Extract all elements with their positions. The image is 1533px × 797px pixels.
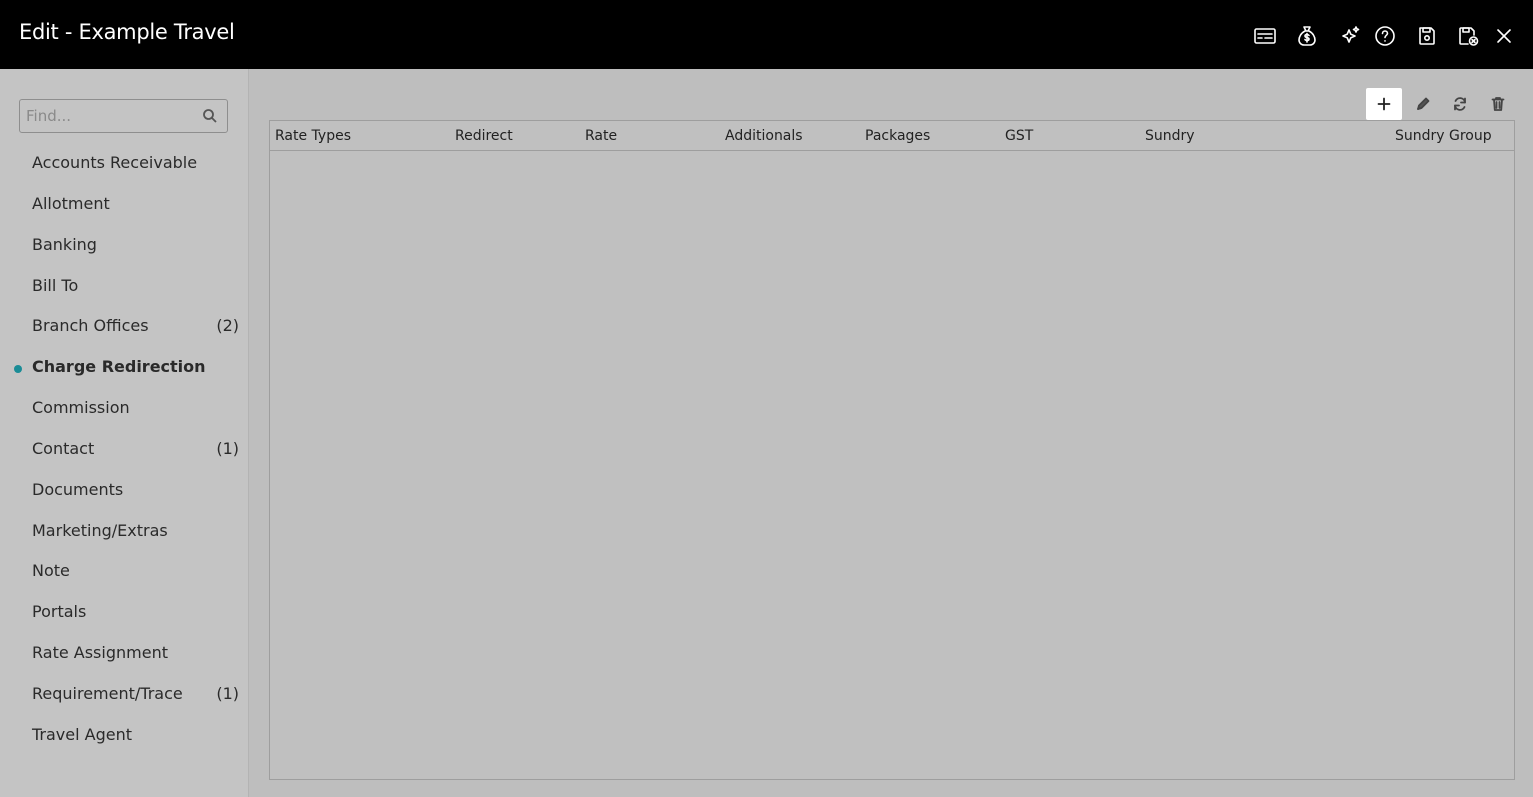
sidebar-item-count: (2) [216, 316, 239, 335]
refresh-icon [1454, 97, 1466, 111]
sidebar-item-documents[interactable]: Documents [0, 471, 249, 511]
sidebar-item-requirement-trace[interactable]: Requirement/Trace (1) [0, 675, 249, 715]
column-header-sundry[interactable]: Sundry [1145, 128, 1195, 144]
edit-button[interactable] [1405, 88, 1441, 120]
sidebar-item-label: Rate Assignment [32, 643, 168, 662]
sidebar-item-label: Documents [32, 480, 124, 499]
sidebar-item-label: Requirement/Trace [32, 684, 183, 703]
help-icon[interactable] [1371, 22, 1399, 50]
table-header: Rate Types Redirect Rate Additionals Pac… [270, 121, 1514, 151]
edit-icon [1417, 97, 1430, 110]
sidebar-item-marketing-extras[interactable]: Marketing/Extras [0, 512, 249, 552]
sidebar-item-rate-assignment[interactable]: Rate Assignment [0, 634, 249, 674]
save-icon[interactable] [1413, 22, 1441, 50]
table-body [270, 152, 1514, 779]
sidebar-item-accounts-receivable[interactable]: Accounts Receivable [0, 144, 249, 184]
sidebar-item-count: (1) [216, 439, 239, 458]
column-header-packages[interactable]: Packages [865, 128, 930, 144]
active-indicator-dot [14, 365, 22, 373]
sidebar-item-count: (1) [216, 684, 239, 703]
sidebar-item-label: Branch Offices [32, 316, 149, 335]
sidebar-item-contact[interactable]: Contact (1) [0, 430, 249, 470]
main-content: Rate Types Redirect Rate Additionals Pac… [249, 69, 1533, 797]
window-title: Edit - Example Travel [19, 20, 235, 44]
money-bag-icon[interactable] [1293, 22, 1321, 50]
sidebar-item-bill-to[interactable]: Bill To [0, 267, 249, 307]
sidebar-item-banking[interactable]: Banking [0, 226, 249, 266]
sidebar-item-label: Travel Agent [32, 725, 133, 744]
sidebar-item-label: Bill To [32, 276, 79, 295]
sidebar-item-label: Accounts Receivable [32, 153, 198, 172]
sidebar-item-branch-offices[interactable]: Branch Offices (2) [0, 307, 249, 347]
sidebar-item-travel-agent[interactable]: Travel Agent [0, 716, 249, 756]
sidebar-item-label: Contact [32, 439, 95, 458]
search-box [19, 99, 228, 133]
sidebar-item-portals[interactable]: Portals [0, 593, 249, 633]
refresh-button[interactable] [1442, 88, 1478, 120]
column-header-gst[interactable]: GST [1005, 128, 1033, 144]
sidebar-item-label: Banking [32, 235, 97, 254]
id-card-icon[interactable] [1251, 22, 1279, 50]
sidebar-item-label: Charge Redirection [32, 357, 206, 376]
sidebar-item-charge-redirection[interactable]: Charge Redirection [0, 348, 249, 388]
sidebar-item-commission[interactable]: Commission [0, 389, 249, 429]
sidebar-item-allotment[interactable]: Allotment [0, 185, 249, 225]
column-header-additionals[interactable]: Additionals [725, 128, 803, 144]
add-icon [1377, 97, 1391, 111]
search-input[interactable] [20, 100, 200, 132]
delete-icon [1491, 97, 1505, 111]
save-close-icon[interactable] [1454, 22, 1482, 50]
add-button[interactable] [1366, 88, 1402, 120]
column-header-sundry-group[interactable]: Sundry Group [1395, 128, 1492, 144]
column-header-rate-types[interactable]: Rate Types [275, 128, 351, 144]
charge-redirection-table: Rate Types Redirect Rate Additionals Pac… [269, 120, 1515, 780]
sidebar: Accounts Receivable Allotment Banking Bi… [0, 69, 249, 797]
search-icon[interactable] [202, 108, 218, 124]
sparkle-icon[interactable] [1336, 22, 1364, 50]
close-icon[interactable] [1490, 22, 1518, 50]
column-header-rate[interactable]: Rate [585, 128, 617, 144]
delete-button[interactable] [1480, 88, 1516, 120]
sidebar-item-label: Allotment [32, 194, 110, 213]
sidebar-item-note[interactable]: Note [0, 552, 249, 592]
sidebar-item-label: Marketing/Extras [32, 521, 168, 540]
sidebar-item-label: Commission [32, 398, 130, 417]
sidebar-item-label: Note [32, 561, 70, 580]
title-bar: Edit - Example Travel [0, 0, 1533, 69]
column-header-redirect[interactable]: Redirect [455, 128, 513, 144]
sidebar-item-label: Portals [32, 602, 87, 621]
